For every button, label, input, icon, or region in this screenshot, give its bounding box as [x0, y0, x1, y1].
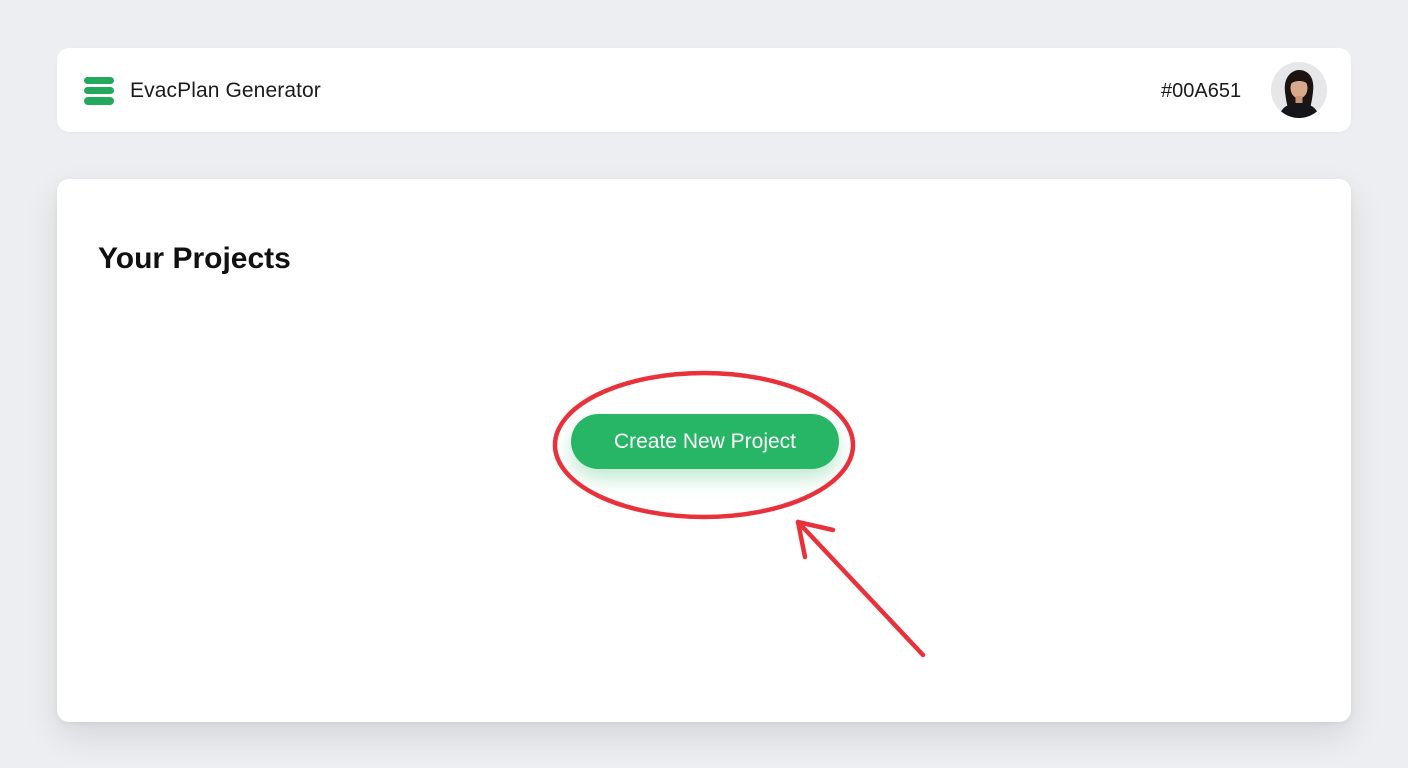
create-new-project-button[interactable]: Create New Project — [571, 414, 839, 469]
app-title: EvacPlan Generator — [130, 79, 321, 102]
color-code-label: #00A651 — [1161, 80, 1242, 102]
user-avatar[interactable] — [1271, 62, 1327, 118]
top-bar: EvacPlan Generator #00A651 — [57, 48, 1351, 132]
stacked-layers-icon — [83, 75, 115, 107]
page: EvacPlan Generator #00A651 Your Projects… — [0, 0, 1408, 768]
projects-panel: Your Projects Create New Project — [57, 179, 1351, 722]
section-title: Your Projects — [98, 242, 291, 275]
